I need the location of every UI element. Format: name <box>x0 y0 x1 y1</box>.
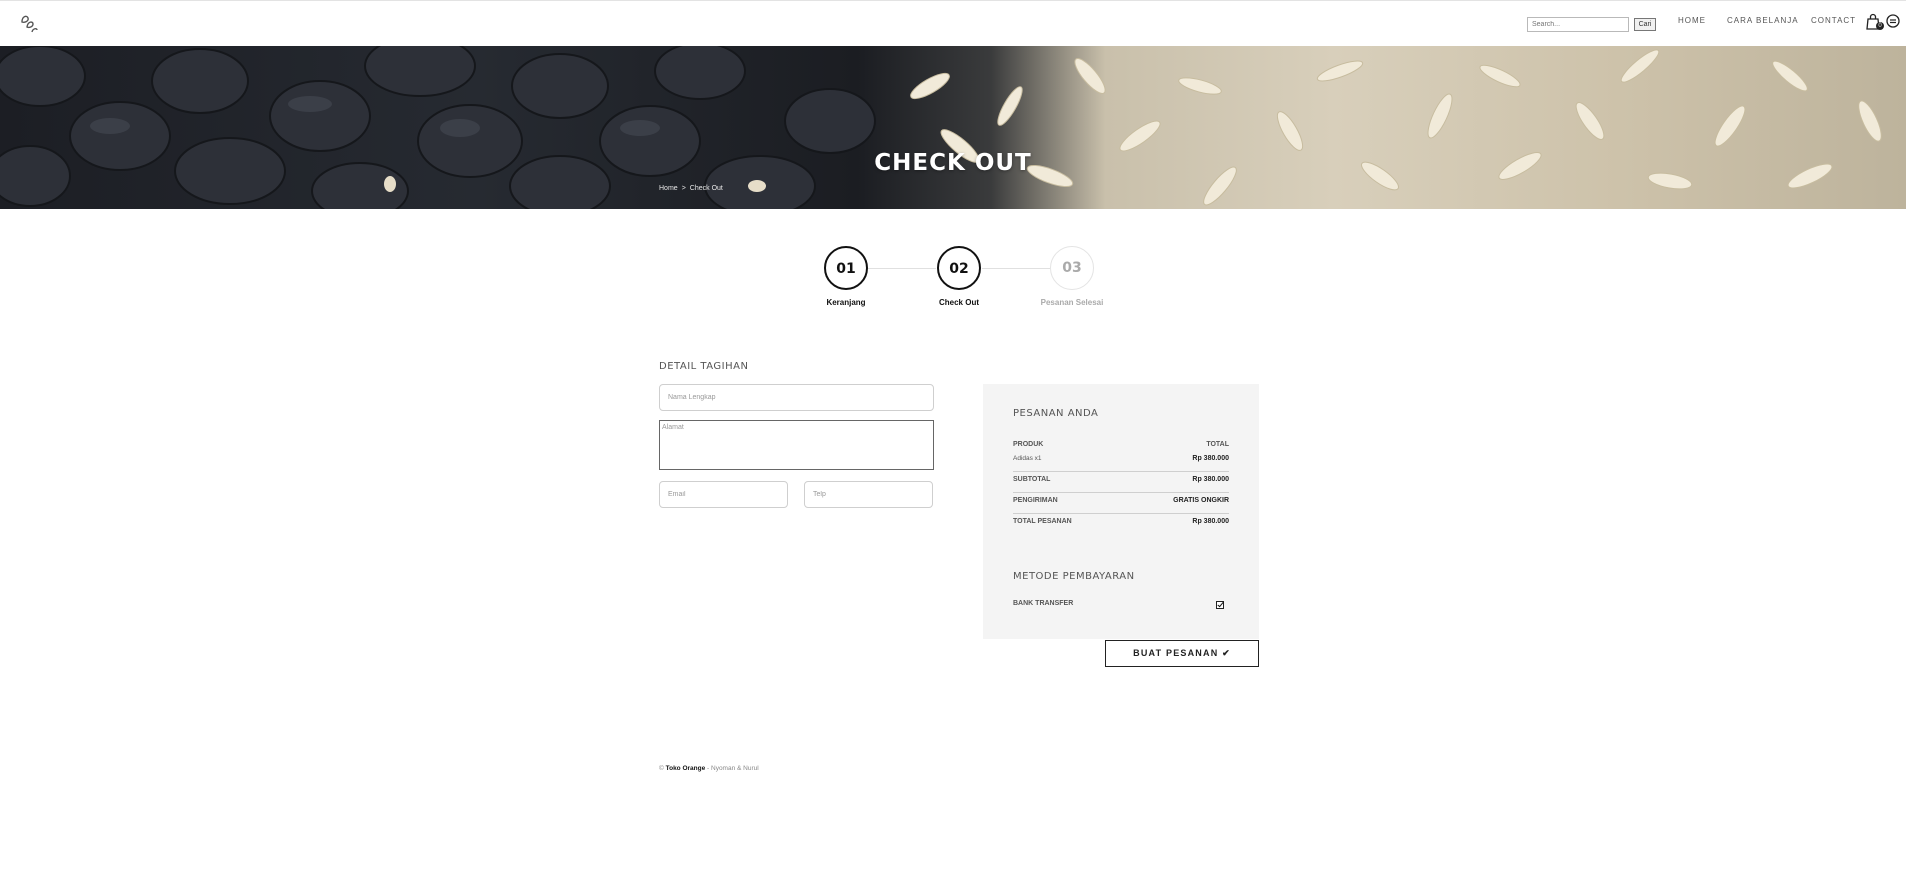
column-product: PRODUK <box>1013 441 1044 448</box>
hero-background-image <box>0 46 1882 209</box>
page-title: CHECK OUT <box>874 150 1032 176</box>
site-header: Cari HOME CARA BELANJA CONTACT 0 <box>0 1 1906 46</box>
footer-copyright: © Toko Orange - Nyoman & Nurul <box>659 765 759 772</box>
payment-method-title: METODE PEMBAYARAN <box>1013 571 1135 582</box>
shipping-row: PENGIRIMAN GRATIS ONGKIR <box>1013 497 1229 504</box>
phone-field[interactable] <box>804 481 933 508</box>
place-order-button[interactable]: BUAT PESANAN ✔ <box>1105 640 1259 667</box>
row-divider <box>1013 471 1229 472</box>
nav-home[interactable]: HOME <box>1678 16 1706 25</box>
total-row: TOTAL PESANAN Rp 380.000 <box>1013 518 1229 525</box>
full-name-field[interactable] <box>659 384 934 411</box>
breadcrumb-current: Check Out <box>689 185 723 192</box>
row-divider <box>1013 492 1229 493</box>
email-field[interactable] <box>659 481 788 508</box>
order-title: PESANAN ANDA <box>1013 408 1099 419</box>
order-item-name: Adidas x1 <box>1013 455 1042 462</box>
order-item-price: Rp 380.000 <box>1192 455 1229 462</box>
nav-cara-belanja[interactable]: CARA BELANJA <box>1727 16 1799 25</box>
footer-brand: Toko Orange <box>665 765 706 772</box>
order-item-row: Adidas x1 Rp 380.000 <box>1013 455 1229 462</box>
copyright-symbol: © <box>659 765 664 772</box>
bank-transfer-checkbox[interactable] <box>1216 601 1224 609</box>
step-3-circle: 03 <box>1050 246 1094 290</box>
cart-count-badge: 0 <box>1876 22 1884 30</box>
step-2-circle: 02 <box>937 246 981 290</box>
shipping-label: PENGIRIMAN <box>1013 497 1058 504</box>
search-input[interactable] <box>1527 16 1629 32</box>
billing-title: DETAIL TAGIHAN <box>659 361 749 372</box>
total-label: TOTAL PESANAN <box>1013 518 1072 525</box>
breadcrumb: Home > Check Out <box>659 185 727 192</box>
step-1-label: Keranjang <box>826 298 866 307</box>
subtotal-label: SUBTOTAL <box>1013 476 1051 483</box>
row-divider <box>1013 513 1229 514</box>
order-summary-panel: PESANAN ANDA PRODUK TOTAL Adidas x1 Rp 3… <box>983 384 1259 639</box>
search-form: Cari <box>1527 16 1656 32</box>
logo-icon[interactable] <box>18 12 40 34</box>
breadcrumb-home[interactable]: Home <box>659 185 678 192</box>
nav-contact[interactable]: CONTACT <box>1811 16 1856 25</box>
subtotal-value: Rp 380.000 <box>1192 476 1229 483</box>
column-total: TOTAL <box>1206 441 1229 448</box>
subtotal-row: SUBTOTAL Rp 380.000 <box>1013 476 1229 483</box>
shipping-value: GRATIS ONGKIR <box>1173 497 1229 504</box>
search-button[interactable]: Cari <box>1634 17 1656 31</box>
step-3-label: Pesanan Selesai <box>1040 298 1104 307</box>
step-connector <box>868 268 936 269</box>
breadcrumb-separator: > <box>681 185 686 192</box>
total-value: Rp 380.000 <box>1192 518 1229 525</box>
hero-banner: CHECK OUT Home > Check Out <box>0 46 1906 209</box>
order-table-header: PRODUK TOTAL <box>1013 441 1229 448</box>
step-2-label: Check Out <box>938 298 979 307</box>
step-connector <box>982 268 1050 269</box>
account-icon[interactable] <box>1886 14 1900 28</box>
payment-option-label: BANK TRANSFER <box>1013 600 1074 607</box>
step-1-circle: 01 <box>824 246 868 290</box>
address-field[interactable] <box>659 420 934 470</box>
payment-option-row: BANK TRANSFER <box>1013 600 1229 607</box>
footer-authors: Nyoman & Nurul <box>711 765 759 772</box>
